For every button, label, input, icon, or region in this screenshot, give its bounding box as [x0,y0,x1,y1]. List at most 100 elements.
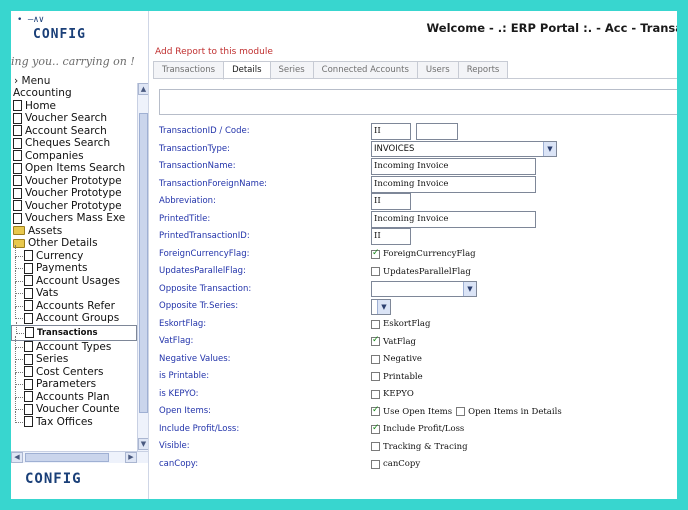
sidebar-item-account-usages[interactable]: Account Usages [11,269,137,288]
field-control: Printable [371,368,427,385]
sidebar-item-assets[interactable]: Assets [11,225,137,238]
transaction-id-input[interactable]: II [371,123,411,140]
vertical-scrollbar[interactable]: ▲ ▼ [137,83,148,451]
menu-pane: › Menu Accounting Home Voucher Search Accou… [11,75,148,463]
form-row-opposite-transaction: Opposite Transaction: ▼ [159,281,677,298]
sidebar-item-open-items-search[interactable]: Open Items Search [11,162,137,175]
document-icon [13,100,22,112]
form-row-printedtitle: PrintedTitle: Incoming Invoice [159,210,677,228]
sidebar-item-cheques-search[interactable]: Cheques Search [11,137,137,150]
abbreviation-input[interactable]: II [371,193,411,210]
document-icon [24,378,33,390]
sidebar-item-accounting[interactable]: Accounting [11,87,137,100]
add-report-link[interactable]: Add Report to this module [155,47,273,57]
left-pane: • —∧∨ CONFIG ing you.. carrying on ! › M… [11,11,149,499]
sidebar-item-vouchers-mass-exe[interactable]: Vouchers Mass Exe [11,212,137,225]
field-control: INVOICES ▼ [371,141,557,158]
sidebar-item-label: Cheques Search [25,137,111,149]
opposite-tr-series-select[interactable]: ▼ [371,298,391,315]
sidebar-item-account-search[interactable]: Account Search [11,125,137,138]
sidebar-item-label: Accounting [13,87,72,99]
sidebar-item-account-types[interactable]: Account Types [11,335,137,354]
hscroll-thumb[interactable] [25,453,109,462]
sidebar-item-tax-offices[interactable]: Tax Offices [11,410,137,429]
chevron-down-icon[interactable]: ▼ [377,299,390,314]
tab-transactions[interactable]: Transactions [153,61,225,79]
tab-users[interactable]: Users [416,61,459,79]
sidebar-item-series[interactable]: Series [11,348,137,366]
scroll-down-icon[interactable]: ▼ [138,438,148,450]
printable-checkbox[interactable] [371,372,380,381]
transactionname-input[interactable]: Incoming Invoice [371,158,536,175]
use-open-items-checkbox[interactable] [371,405,380,416]
field-control: Incoming Invoice [371,158,536,175]
horizontal-scrollbar[interactable]: ◀ ▶ [11,451,148,463]
tracking-tracing-checkbox[interactable] [371,442,380,451]
eskortflag-checkbox[interactable] [371,319,380,329]
tree-branch-line [15,244,23,257]
scroll-thumb[interactable] [139,113,148,413]
updatesparallelflag-checkbox[interactable] [371,267,380,276]
sidebar-item-voucher-counte[interactable]: Voucher Counte [11,398,137,416]
chevron-down-icon[interactable]: ▼ [543,142,556,156]
sidebar-item-home[interactable]: Home [11,100,137,113]
logo-mark-icon: • —∧∨ [17,15,45,25]
field-control: Use Open Items Open Items in Details [371,403,566,420]
form-row-transactiontype: TransactionType: INVOICES ▼ [159,141,677,158]
field-control: II [371,228,411,245]
sidebar-item-account-groups[interactable]: Account Groups [11,307,137,325]
foreigncurrencyflag-checkbox[interactable] [371,248,380,259]
tagline: ing you.. carrying on ! [11,55,135,68]
negative-checkbox[interactable] [371,354,380,364]
kepyo-checkbox[interactable] [371,389,380,399]
config-logo-bottom: CONFIG [25,471,82,487]
field-control: canCopy [371,456,424,473]
sidebar-item-other-details[interactable]: Other Details [11,237,137,250]
sidebar-item-currency[interactable]: Currency [11,244,137,263]
tab-reports[interactable]: Reports [457,61,509,79]
form-row-foreigncurrencyflag: ForeignCurrencyFlag: ForeignCurrencyFlag [159,246,677,263]
sidebar-item-voucher-prototype[interactable]: Voucher Prototype [11,200,137,213]
document-icon [24,391,33,403]
field-label: TransactionName: [159,161,236,171]
sidebar-item-accounts-plan[interactable]: Accounts Plan [11,385,137,404]
sidebar-item-voucher-search[interactable]: Voucher Search [11,112,137,125]
opposite-transaction-select[interactable]: ▼ [371,281,477,297]
use-open-items-label: Use Open Items [383,406,453,417]
printedtitle-input[interactable]: Incoming Invoice [371,210,536,228]
sidebar-item-vats[interactable]: Vats [11,282,137,300]
sidebar-item-label: Accounts Refer [36,299,115,312]
transactionforeignname-input[interactable]: Incoming Invoice [371,175,536,193]
sidebar-item-cost-centers[interactable]: Cost Centers [11,360,137,379]
sidebar-item-label: Assets [28,224,63,237]
sidebar-item-label: Other Details [28,237,98,249]
cancopy-label: canCopy [383,459,421,469]
sidebar-item-voucher-prototype[interactable]: Voucher Prototype [11,187,137,200]
sidebar-item-payments[interactable]: Payments [11,257,137,275]
cancopy-checkbox[interactable] [371,459,380,469]
chevron-down-icon[interactable]: ▼ [463,282,476,296]
include-profit-loss-checkbox[interactable] [371,423,380,434]
sidebar-item-accounts-refer[interactable]: Accounts Refer [11,294,137,313]
sidebar-item-parameters[interactable]: Parameters [11,373,137,391]
sidebar-item-voucher-prototype[interactable]: Voucher Prototype [11,175,137,188]
field-label: TransactionType: [159,143,231,154]
open-items-in-details-checkbox[interactable] [456,407,466,416]
scroll-right-icon[interactable]: ▶ [125,452,137,463]
vatflag-checkbox[interactable] [371,335,380,346]
sidebar-item-label: Companies [25,149,84,162]
printedtransactionid-input[interactable]: II [371,228,411,245]
tab-connected-accounts[interactable]: Connected Accounts [312,61,418,79]
sidebar-item-companies[interactable]: Companies [11,150,137,163]
scroll-left-icon[interactable]: ◀ [11,452,23,463]
sidebar-item-transactions[interactable]: Transactions [11,321,137,341]
tab-series[interactable]: Series [269,61,314,79]
transaction-code-input[interactable] [416,123,458,140]
transactiontype-select[interactable]: INVOICES ▼ [371,141,557,157]
scroll-up-icon[interactable]: ▲ [138,83,148,95]
field-control: UpdatesParallelFlag [371,263,475,280]
form-row-updatesparallelflag: UpdatesParallelFlag: UpdatesParallelFlag [159,263,677,280]
sidebar-item-label: Account Types [36,340,112,353]
document-icon [13,175,22,187]
tree-branch-line [15,282,23,295]
